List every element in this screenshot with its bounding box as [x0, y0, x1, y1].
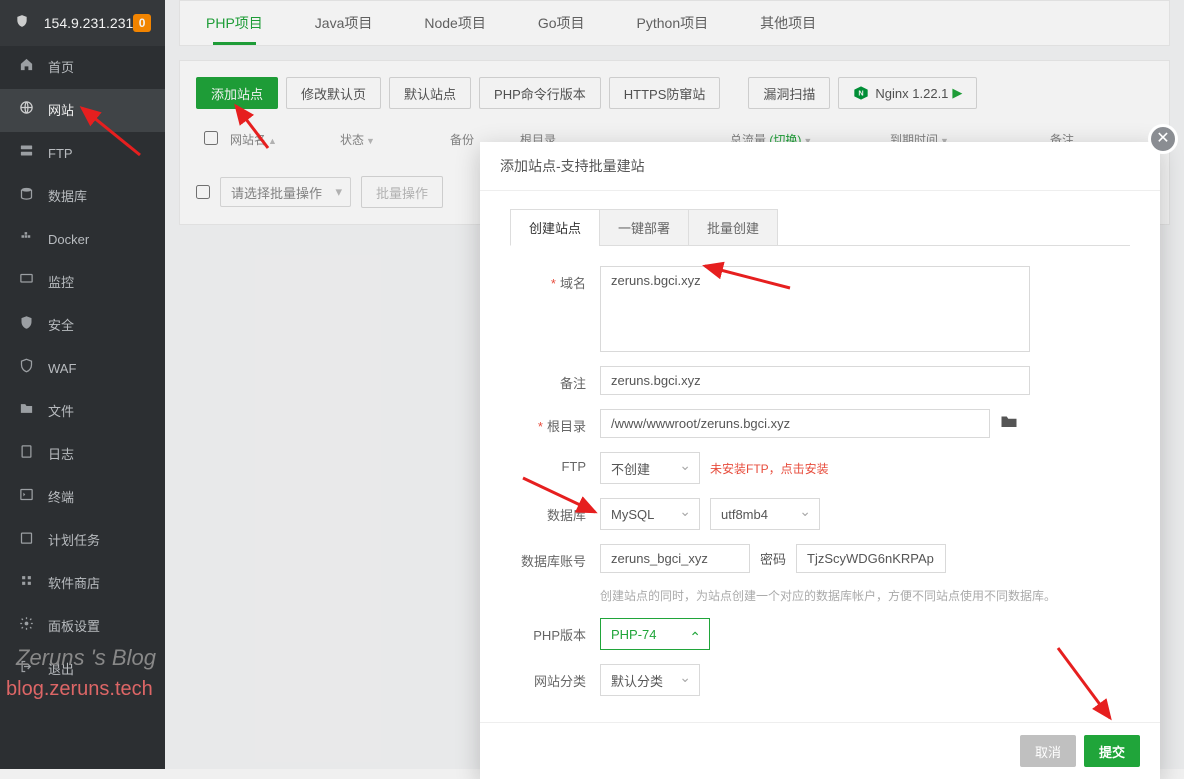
modal-tab-创建站点[interactable]: 创建站点: [510, 209, 600, 246]
database-select[interactable]: MySQL: [600, 498, 700, 530]
folder-icon[interactable]: [1000, 413, 1018, 434]
label-remark: 备注: [510, 366, 600, 392]
php-version-select[interactable]: PHP-74: [600, 618, 710, 650]
modal-footer: 取消 提交: [480, 722, 1160, 779]
label-site-category: 网站分类: [510, 664, 600, 690]
db-hint: 创建站点的同时，为站点创建一个对应的数据库帐户，方便不同站点使用不同数据库。: [600, 587, 1130, 604]
cancel-button[interactable]: 取消: [1020, 735, 1076, 767]
label-ftp: FTP: [510, 452, 600, 474]
label-db-user: 数据库账号: [510, 544, 600, 570]
modal-tab-批量创建[interactable]: 批量创建: [688, 209, 778, 246]
charset-select[interactable]: utf8mb4: [710, 498, 820, 530]
label-root: 根目录: [510, 409, 600, 435]
root-dir-input[interactable]: [600, 409, 990, 438]
site-category-select[interactable]: 默认分类: [600, 664, 700, 696]
close-icon[interactable]: ✕: [1148, 124, 1178, 154]
modal-tab-一键部署[interactable]: 一键部署: [599, 209, 689, 246]
remark-input[interactable]: [600, 366, 1030, 395]
submit-button[interactable]: 提交: [1084, 735, 1140, 767]
label-database: 数据库: [510, 498, 600, 524]
label-password: 密码: [760, 549, 786, 568]
domain-input[interactable]: zeruns.bgci.xyz: [600, 266, 1030, 352]
watermark-blog-url: blog.zeruns.tech: [6, 678, 153, 701]
label-domain: 域名: [510, 266, 600, 292]
ftp-select[interactable]: 不创建: [600, 452, 700, 484]
watermark-blog-name: Zeruns 's Blog: [16, 645, 156, 671]
ftp-warning[interactable]: 未安装FTP，点击安装: [710, 460, 829, 477]
db-password-input[interactable]: [796, 544, 946, 573]
label-php-version: PHP版本: [510, 618, 600, 644]
add-site-modal: ✕ 添加站点-支持批量建站 创建站点一键部署批量创建 域名 zeruns.bgc…: [480, 142, 1160, 779]
modal-subtabs: 创建站点一键部署批量创建: [510, 209, 1130, 246]
db-user-input[interactable]: [600, 544, 750, 573]
modal-title: 添加站点-支持批量建站: [480, 142, 1160, 191]
